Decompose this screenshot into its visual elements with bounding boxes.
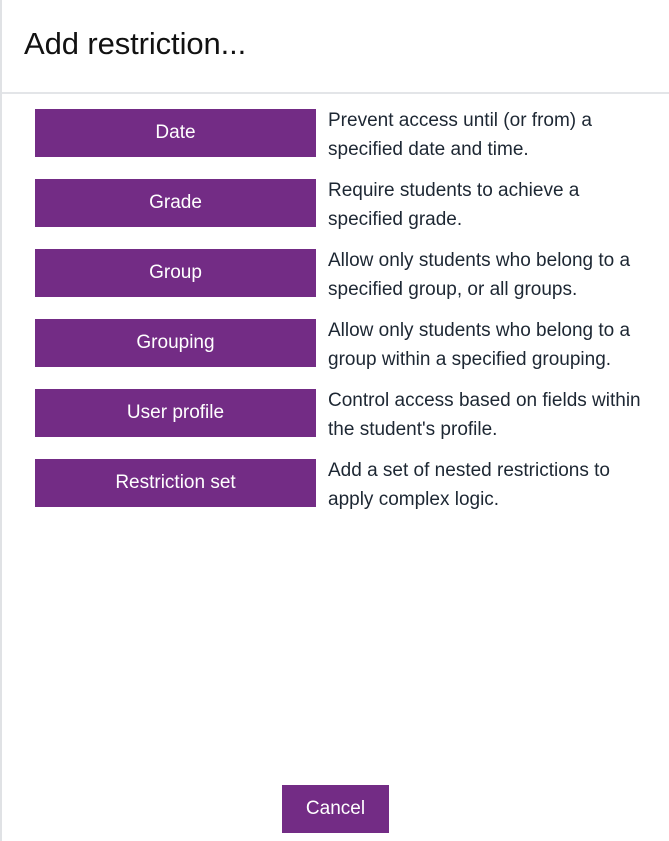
restriction-option-grouping: Grouping Allow only students who belong … — [2, 304, 669, 374]
restriction-option-user-profile: User profile Control access based on fie… — [2, 374, 669, 444]
restriction-option-date: Date Prevent access until (or from) a sp… — [2, 94, 669, 164]
restriction-group-button[interactable]: Group — [35, 249, 316, 297]
restriction-user-profile-button[interactable]: User profile — [35, 389, 316, 437]
add-restriction-dialog: Add restriction... Date Prevent access u… — [0, 0, 669, 841]
restriction-grouping-description: Allow only students who belong to a grou… — [328, 320, 631, 370]
restriction-option-group: Group Allow only students who belong to … — [2, 234, 669, 304]
restriction-button-cell: Restriction set — [2, 444, 328, 507]
dialog-footer: Cancel — [2, 785, 669, 833]
restriction-grade-button[interactable]: Grade — [35, 179, 316, 227]
restriction-options-list: Date Prevent access until (or from) a sp… — [2, 94, 669, 514]
dialog-header: Add restriction... — [2, 0, 669, 94]
restriction-button-cell: Grade — [2, 164, 328, 227]
restriction-button-cell: Date — [2, 94, 328, 157]
cancel-button[interactable]: Cancel — [282, 785, 389, 833]
restriction-date-button[interactable]: Date — [35, 109, 316, 157]
restriction-set-button[interactable]: Restriction set — [35, 459, 316, 507]
restriction-description-cell: Allow only students who belong to a grou… — [328, 304, 669, 374]
restriction-set-description: Add a set of nested restrictions to appl… — [328, 460, 610, 510]
restriction-button-cell: User profile — [2, 374, 328, 437]
restriction-description-cell: Prevent access until (or from) a specifi… — [328, 94, 669, 164]
restriction-option-restriction-set: Restriction set Add a set of nested rest… — [2, 444, 669, 514]
dialog-title: Add restriction... — [24, 25, 247, 61]
restriction-button-cell: Grouping — [2, 304, 328, 367]
dialog-body: Date Prevent access until (or from) a sp… — [2, 94, 669, 514]
restriction-grade-description: Require students to achieve a specified … — [328, 180, 580, 230]
restriction-date-description: Prevent access until (or from) a specifi… — [328, 110, 592, 160]
restriction-group-description: Allow only students who belong to a spec… — [328, 250, 631, 300]
restriction-description-cell: Add a set of nested restrictions to appl… — [328, 444, 669, 514]
restriction-description-cell: Control access based on fields within th… — [328, 374, 669, 444]
restriction-grouping-button[interactable]: Grouping — [35, 319, 316, 367]
restriction-user-profile-description: Control access based on fields within th… — [328, 390, 641, 440]
restriction-option-grade: Grade Require students to achieve a spec… — [2, 164, 669, 234]
restriction-description-cell: Require students to achieve a specified … — [328, 164, 669, 234]
restriction-description-cell: Allow only students who belong to a spec… — [328, 234, 669, 304]
restriction-button-cell: Group — [2, 234, 328, 297]
